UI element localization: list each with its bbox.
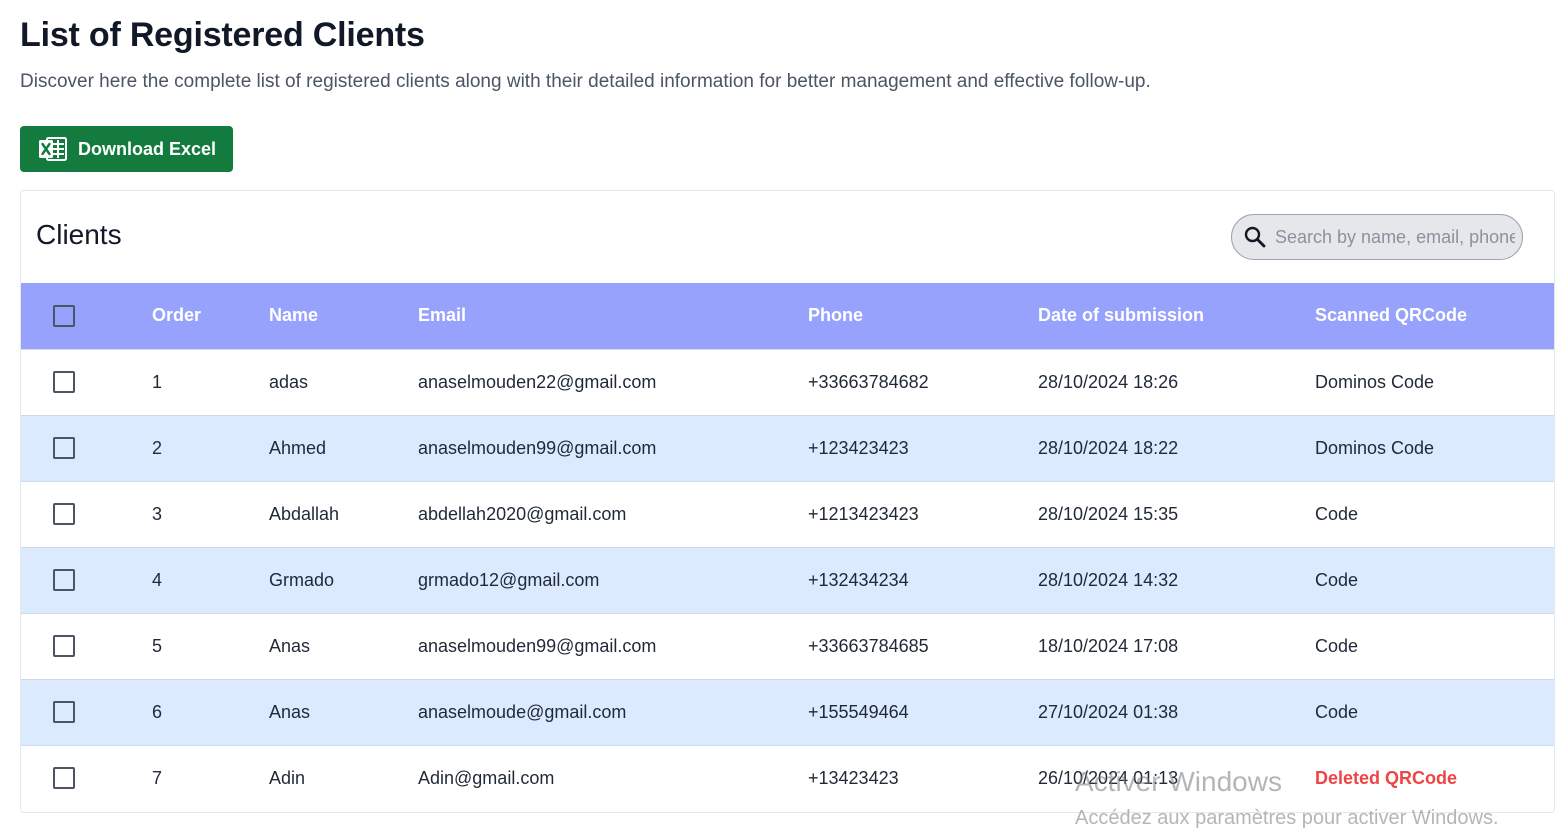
cell-phone: +123423423 [808,437,909,458]
table-row[interactable]: 6 Anas anaselmoude@gmail.com +155549464 … [21,679,1554,745]
cell-qrcode: Code [1315,569,1359,590]
row-checkbox[interactable] [53,371,75,393]
row-checkbox[interactable] [53,437,75,459]
cell-order: 4 [152,569,163,590]
download-excel-button[interactable]: Download Excel [20,126,233,172]
cell-name: Abdallah [269,503,340,524]
cell-date: 28/10/2024 14:32 [1038,569,1179,590]
table-row[interactable]: 4 Grmado grmado12@gmail.com +132434234 2… [21,547,1554,613]
download-excel-label: Download Excel [78,138,217,159]
cell-date: 28/10/2024 15:35 [1038,503,1179,524]
clients-table: Order Name Email Phone Date of submissio… [21,283,1554,811]
cell-qrcode: Code [1315,635,1359,656]
cell-name: Anas [269,635,311,656]
cell-email: anaselmoude@gmail.com [418,701,627,722]
table-row[interactable]: 1 adas anaselmouden22@gmail.com +3366378… [21,349,1554,415]
search-input[interactable] [1273,225,1517,249]
column-header-order[interactable]: Order [152,283,269,349]
card-title: Clients [36,219,122,250]
row-checkbox[interactable] [53,503,75,525]
column-header-date[interactable]: Date of submission [1038,283,1315,349]
cell-order: 2 [152,437,163,458]
cell-email: Adin@gmail.com [418,767,555,788]
search-box[interactable] [1231,214,1523,260]
cell-date: 18/10/2024 17:08 [1038,635,1179,656]
cell-email: anaselmouden99@gmail.com [418,437,657,458]
column-header-qrcode[interactable]: Scanned QRCode [1315,283,1554,349]
cell-email: anaselmouden22@gmail.com [418,371,657,392]
cell-email: abdellah2020@gmail.com [418,503,627,524]
cell-name: Ahmed [269,437,327,458]
cell-phone: +1213423423 [808,503,919,524]
table-row[interactable]: 2 Ahmed anaselmouden99@gmail.com +123423… [21,415,1554,481]
column-header-phone[interactable]: Phone [808,283,1038,349]
cell-qrcode: Code [1315,503,1359,524]
cell-name: Anas [269,701,311,722]
cell-order: 3 [152,503,163,524]
cell-phone: +155549464 [808,701,909,722]
cell-name: Grmado [269,569,335,590]
row-checkbox[interactable] [53,635,75,657]
excel-icon [39,137,67,161]
table-header-row: Order Name Email Phone Date of submissio… [21,283,1554,349]
cell-phone: +13423423 [808,767,899,788]
cell-name: adas [269,371,309,392]
row-checkbox[interactable] [53,701,75,723]
column-header-email[interactable]: Email [418,283,808,349]
table-row[interactable]: 5 Anas anaselmouden99@gmail.com +3366378… [21,613,1554,679]
cell-order: 1 [152,371,163,392]
cell-qrcode: Code [1315,701,1359,722]
cell-phone: +33663784685 [808,635,929,656]
page-subtitle: Discover here the complete list of regis… [20,71,1151,92]
cell-phone: +33663784682 [808,371,929,392]
clients-card: Clients Order Name Email Phone Date of s… [20,190,1555,813]
cell-email: grmado12@gmail.com [418,569,600,590]
cell-qrcode: Dominos Code [1315,437,1435,458]
cell-order: 7 [152,767,163,788]
cell-date: 26/10/2024 01:13 [1038,767,1179,788]
cell-order: 5 [152,635,163,656]
cell-email: anaselmouden99@gmail.com [418,635,657,656]
select-all-checkbox[interactable] [53,304,75,327]
column-header-name[interactable]: Name [269,283,418,349]
cell-order: 6 [152,701,163,722]
row-checkbox[interactable] [53,767,75,790]
cell-phone: +132434234 [808,569,909,590]
row-checkbox[interactable] [53,569,75,591]
cell-date: 27/10/2024 01:38 [1038,701,1179,722]
table-row[interactable]: 3 Abdallah abdellah2020@gmail.com +12134… [21,481,1554,547]
cell-date: 28/10/2024 18:22 [1038,437,1179,458]
cell-qrcode: Dominos Code [1315,371,1435,392]
cell-name: Adin [269,767,306,788]
cell-date: 28/10/2024 18:26 [1038,371,1179,392]
search-icon [1244,226,1266,248]
cell-qrcode-deleted: Deleted QRCode [1315,767,1458,788]
table-row[interactable]: 7 Adin Adin@gmail.com +13423423 26/10/20… [21,745,1554,811]
page-title: List of Registered Clients [20,16,425,54]
